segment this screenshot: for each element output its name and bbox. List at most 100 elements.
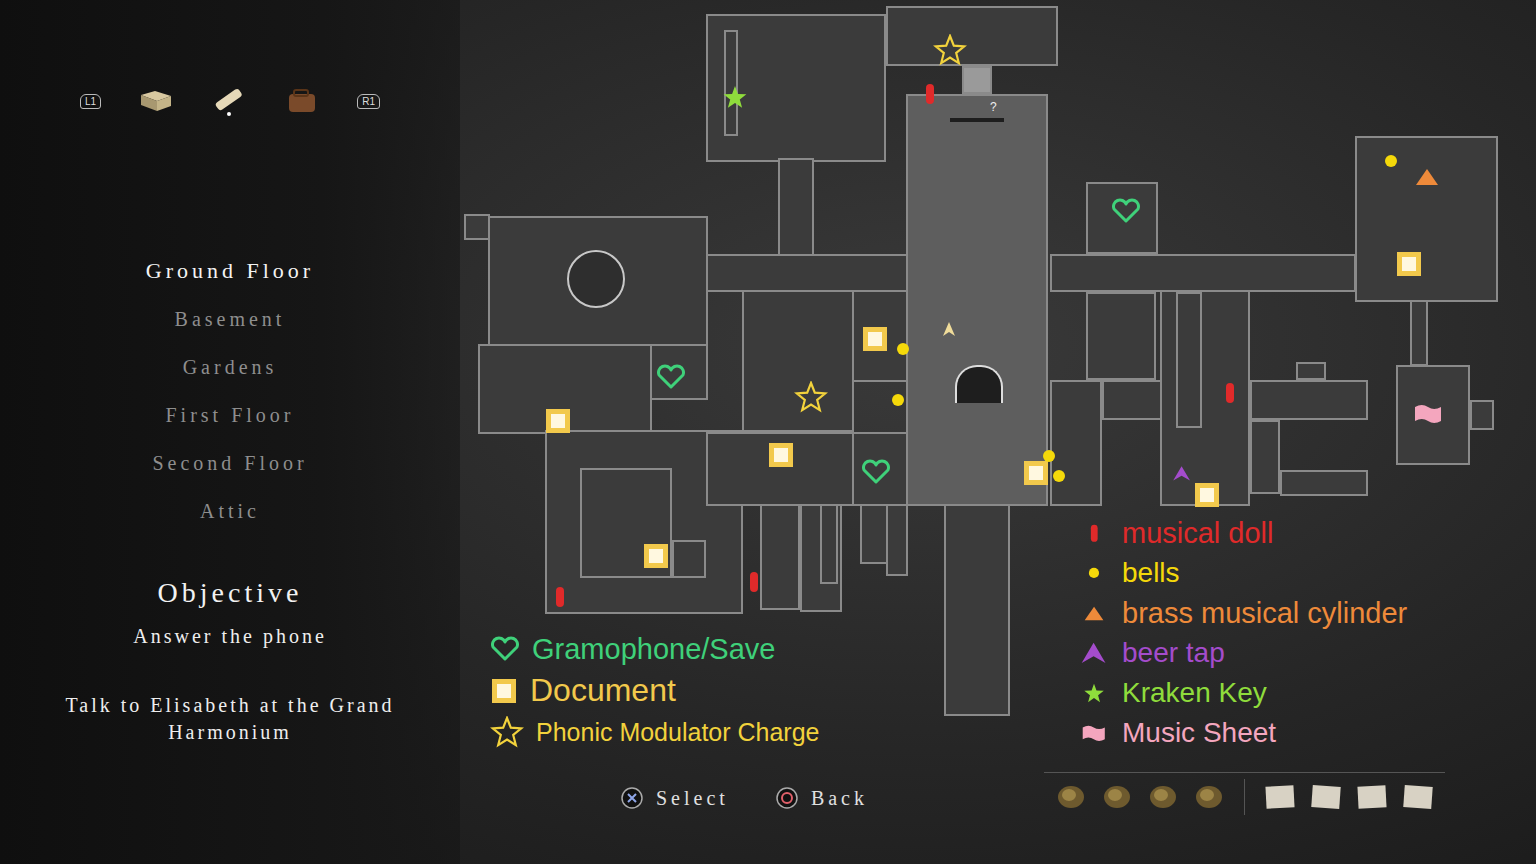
- document-icon[interactable]: [1022, 459, 1050, 487]
- map-room: [852, 432, 908, 506]
- paper-item-icon: [1307, 779, 1345, 815]
- legend-label: bells: [1122, 557, 1180, 589]
- kraken-key-icon: [1083, 682, 1105, 704]
- circle-button-icon: [775, 786, 799, 810]
- map-room: [1250, 420, 1280, 494]
- map-room: [778, 158, 814, 258]
- music-sheet-icon[interactable]: [1413, 403, 1443, 425]
- beer-tap-icon: [1080, 641, 1107, 665]
- map-label: ?: [990, 100, 997, 114]
- main-hall: [906, 94, 1048, 506]
- document-icon[interactable]: [861, 325, 889, 353]
- legend-swatch: [1078, 682, 1110, 704]
- star-icon[interactable]: [933, 34, 967, 66]
- map-room: [1470, 400, 1494, 430]
- objective-title: Objective: [158, 577, 303, 617]
- hall-arch: [955, 365, 1003, 403]
- inventory-strip: [1044, 772, 1445, 821]
- hall-bar: [950, 118, 1004, 122]
- select-control[interactable]: Select: [620, 786, 729, 810]
- map-room: [860, 504, 888, 564]
- map-room: [944, 504, 1010, 716]
- paper-item-icon: [1353, 779, 1391, 815]
- document-icon[interactable]: [642, 542, 670, 570]
- document-icon[interactable]: [767, 441, 795, 469]
- controls: Select Back: [620, 786, 868, 810]
- legend-item: Gramophone/Save: [490, 632, 820, 666]
- kraken-key-icon[interactable]: [722, 84, 748, 110]
- legend-swatch: [1078, 724, 1110, 743]
- l1-button[interactable]: L1: [80, 94, 101, 109]
- bell-icon[interactable]: [1384, 154, 1398, 168]
- legend-label: Document: [530, 672, 676, 709]
- map-room: [886, 504, 908, 576]
- legend-item: Kraken Key: [1078, 676, 1407, 710]
- r1-button[interactable]: R1: [357, 94, 380, 109]
- document-icon[interactable]: [1193, 481, 1221, 509]
- map-room: [820, 504, 838, 584]
- cylinder-icon[interactable]: [1414, 167, 1440, 187]
- floor-item[interactable]: Gardens: [183, 343, 278, 391]
- legend-item: brass musical cylinder: [1078, 596, 1407, 630]
- legend-label: beer tap: [1122, 637, 1225, 669]
- map-room: [1250, 380, 1368, 420]
- map-room: [1410, 300, 1428, 366]
- legend-label: Phonic Modulator Charge: [536, 718, 820, 747]
- side-panel: L1 R1 Ground FloorBasementGardensFirst Flo…: [0, 0, 460, 864]
- bell-icon[interactable]: [1052, 469, 1066, 483]
- beer-tap-icon[interactable]: [1172, 465, 1191, 482]
- control-label: Back: [811, 787, 868, 810]
- map-room: [742, 290, 854, 432]
- music-sheet-icon: [1081, 724, 1107, 743]
- doll-icon[interactable]: [555, 586, 565, 608]
- map-room: [1280, 470, 1368, 496]
- cylinder-item-icon: [1144, 779, 1182, 815]
- bell-icon: [1088, 567, 1100, 579]
- cross-button-icon: [620, 786, 644, 810]
- legend-label: Kraken Key: [1122, 677, 1267, 709]
- hall-door[interactable]: [962, 66, 992, 94]
- legend-item: Music Sheet: [1078, 716, 1407, 750]
- floor-item[interactable]: First Floor: [165, 391, 294, 439]
- back-control[interactable]: Back: [775, 786, 868, 810]
- gramophone-icon[interactable]: [1111, 198, 1141, 224]
- bell-icon[interactable]: [1042, 449, 1056, 463]
- star-icon: [490, 716, 524, 748]
- floor-item[interactable]: Basement: [175, 295, 286, 343]
- map-room: [886, 6, 1058, 66]
- document-icon[interactable]: [544, 407, 572, 435]
- map-room: [464, 214, 490, 240]
- doll-icon[interactable]: [1225, 382, 1235, 404]
- legend-swatch: [1078, 524, 1110, 543]
- doll-icon: [1090, 524, 1099, 543]
- gramophone-icon[interactable]: [861, 459, 891, 485]
- document-icon[interactable]: [1395, 250, 1423, 278]
- floor-item[interactable]: Second Floor: [152, 439, 307, 487]
- cylinder-item-icon: [1190, 779, 1228, 815]
- objective-item: Answer the phone: [133, 623, 327, 650]
- bell-icon[interactable]: [891, 393, 905, 407]
- paper-item-icon: [1399, 779, 1437, 815]
- legend-swatch: [1078, 567, 1110, 579]
- gramophone-icon: [490, 636, 520, 662]
- map-room: [672, 540, 706, 578]
- bell-icon[interactable]: [896, 342, 910, 356]
- control-label: Select: [656, 787, 729, 810]
- floor-item[interactable]: Attic: [200, 487, 260, 535]
- map-room: [1086, 292, 1156, 380]
- cylinder-item-icon: [1052, 779, 1090, 815]
- bag-icon: [284, 87, 320, 115]
- gramophone-icon[interactable]: [656, 364, 686, 390]
- legend-swatch: [1078, 641, 1110, 665]
- star-icon[interactable]: [794, 381, 828, 413]
- doll-icon[interactable]: [925, 83, 935, 105]
- floor-item[interactable]: Ground Floor: [146, 247, 314, 295]
- journal-icon: [138, 87, 174, 115]
- map-scroll-icon: [211, 85, 247, 117]
- map-room: [724, 30, 738, 136]
- legend-label: Gramophone/Save: [532, 633, 775, 666]
- legend-label: musical doll: [1122, 517, 1274, 550]
- doll-icon[interactable]: [749, 571, 759, 593]
- legend-item: bells: [1078, 556, 1407, 590]
- map-room: [1102, 380, 1162, 420]
